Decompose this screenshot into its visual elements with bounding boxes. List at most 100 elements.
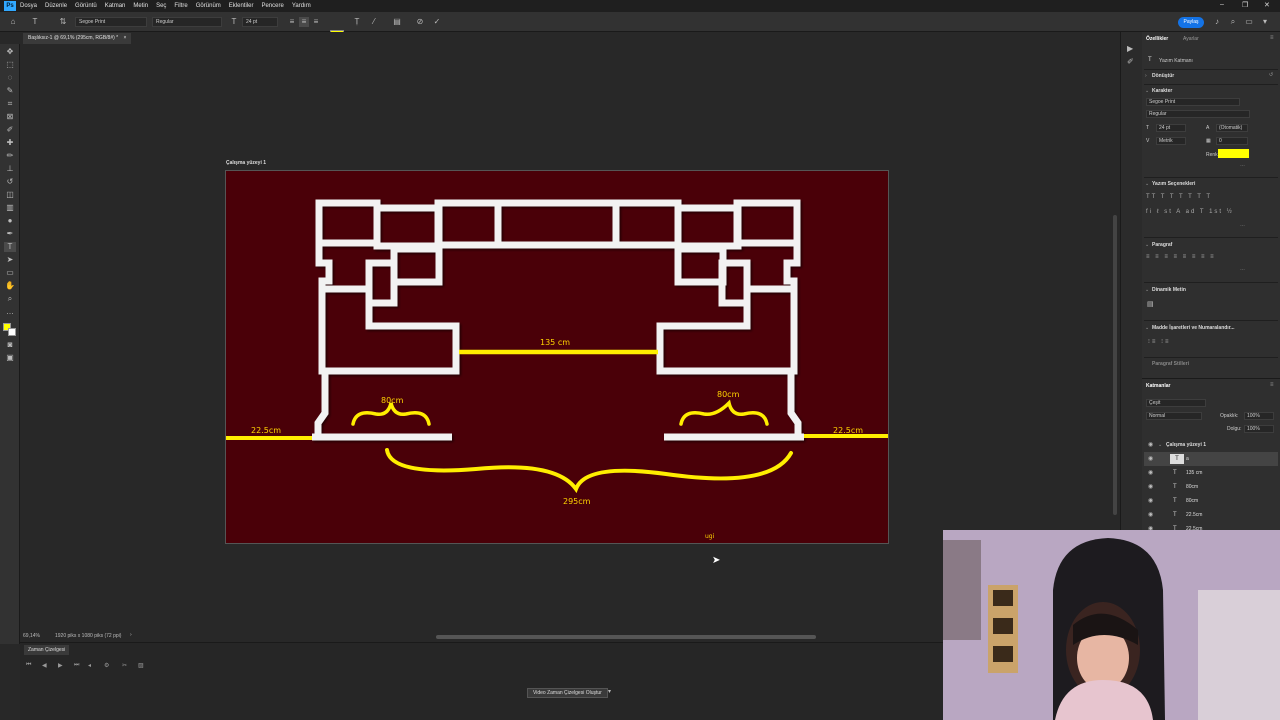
eye-icon[interactable]: ◉ — [1148, 480, 1153, 494]
menu-view[interactable]: Görünüm — [196, 3, 221, 9]
char-tracking[interactable]: 0 — [1216, 137, 1248, 145]
char-font-style[interactable]: Regular — [1146, 110, 1250, 118]
label-left-22-5[interactable]: 22.5cm — [251, 426, 281, 435]
chevron-down-icon[interactable]: ⌄ — [1145, 287, 1149, 293]
artboard-label[interactable]: Çalışma yüzeyi 1 — [226, 160, 266, 166]
dodge-tool-icon[interactable]: ● — [4, 216, 16, 226]
menu-type[interactable]: Metin — [133, 3, 148, 9]
align-center-icon[interactable]: ≡ — [299, 17, 309, 27]
section-type-options[interactable]: Yazım Seçenekleri — [1152, 181, 1195, 187]
eye-icon[interactable]: ◉ — [1148, 438, 1153, 452]
path-select-icon[interactable]: ➤ — [4, 255, 16, 265]
create-video-timeline-button[interactable]: Video Zaman Çizelgesi Oluştur — [527, 688, 608, 698]
workspace-icon[interactable]: ▭ — [1244, 17, 1254, 27]
next-frame-icon[interactable]: ⏭ — [74, 662, 79, 669]
panel-menu-icon[interactable]: ≡ — [1270, 382, 1274, 388]
split-icon[interactable]: ✂ — [122, 662, 127, 669]
chevron-down-icon[interactable]: ⌄ — [1145, 88, 1149, 94]
vertical-scrollbar[interactable] — [1113, 215, 1117, 515]
char-color-swatch[interactable] — [1218, 149, 1249, 158]
timeline-dropdown-icon[interactable]: ▾ — [608, 688, 611, 695]
char-size[interactable]: 24 pt — [1156, 124, 1186, 132]
chevron-down-icon[interactable]: ⌄ — [1145, 181, 1149, 187]
align-left-icon[interactable]: ≡ — [287, 17, 297, 27]
chevron-down-icon[interactable]: ⌄ — [1145, 242, 1149, 248]
label-right-22-5[interactable]: 22.5cm — [833, 426, 863, 435]
eraser-tool-icon[interactable]: ◫ — [4, 190, 16, 200]
crop-tool-icon[interactable]: ⌗ — [4, 99, 16, 109]
settings-gear-icon[interactable]: ⚙ — [104, 662, 109, 669]
options-menu-icon[interactable]: ▾ — [1260, 17, 1270, 27]
background-color-swatch[interactable] — [8, 328, 16, 336]
layer-artboard[interactable]: ◉ ⌄ Çalışma yüzeyi 1 — [1144, 438, 1278, 452]
label-right-80[interactable]: 80cm — [717, 390, 740, 399]
blend-mode-select[interactable]: Normal — [1146, 412, 1202, 420]
character-panel-icon[interactable]: ▤ — [392, 17, 402, 27]
section-dynamic-text[interactable]: Dinamik Metin — [1152, 287, 1186, 293]
char-leading[interactable]: (Otomatik) — [1216, 124, 1248, 132]
pen-tool-icon[interactable]: ✒ — [4, 229, 16, 239]
quick-select-tool-icon[interactable]: ✎ — [4, 86, 16, 96]
menu-file[interactable]: Dosya — [20, 3, 37, 9]
menu-filter[interactable]: Filtre — [174, 3, 187, 9]
menu-plugins[interactable]: Eklentiler — [229, 3, 254, 9]
timeline-tab[interactable]: Zaman Çizelgesi — [24, 645, 70, 655]
brush-tool-icon[interactable]: ✏ — [4, 151, 16, 161]
rectangle-tool-icon[interactable]: ▭ — [4, 268, 16, 278]
lasso-tool-icon[interactable]: ◌ — [4, 73, 16, 83]
section-bullets[interactable]: Madde İşaretleri ve Numaralandır... — [1152, 325, 1235, 331]
char-kerning[interactable]: Metrik — [1156, 137, 1186, 145]
minimize-icon[interactable]: – — [1220, 1, 1224, 8]
menu-image[interactable]: Görüntü — [75, 3, 97, 9]
label-left-80[interactable]: 80cm — [381, 396, 404, 405]
label-135[interactable]: 135 cm — [540, 338, 570, 347]
layer-filter-search[interactable]: Çeşit — [1146, 399, 1206, 407]
char-font-family[interactable]: Segoe Print — [1146, 98, 1240, 106]
share-button[interactable]: Paylaş — [1178, 17, 1204, 28]
more-options-icon[interactable]: … — [1240, 162, 1245, 168]
document-canvas[interactable]: 135 cm 80cm 80cm 22.5cm 22.5cm 295cm ugi — [225, 170, 889, 544]
fill-field[interactable]: 100% — [1244, 425, 1274, 433]
healing-tool-icon[interactable]: ✚ — [4, 138, 16, 148]
menu-window[interactable]: Pencere — [261, 3, 283, 9]
warp-icon[interactable]: ⁄ — [369, 17, 379, 27]
prev-frame-icon[interactable]: ◀ — [42, 662, 47, 669]
layer-row[interactable]: ◉ T 80cm — [1144, 480, 1278, 494]
brush-settings-icon[interactable]: ✐ — [1127, 57, 1134, 66]
first-frame-icon[interactable]: ⏮ — [26, 662, 31, 669]
hand-tool-icon[interactable]: ✋ — [4, 281, 16, 291]
reset-icon[interactable]: ↺ — [1269, 72, 1273, 78]
warp-text-icon[interactable]: Ṭ — [352, 17, 362, 27]
zoom-tool-icon[interactable]: ⌕ — [4, 294, 16, 304]
eyedropper-tool-icon[interactable]: ✐ — [4, 125, 16, 135]
status-arrow-icon[interactable]: › — [130, 632, 132, 638]
play-actions-icon[interactable]: ▶ — [1127, 44, 1133, 53]
layer-row[interactable]: ◉ T 22.5cm — [1144, 508, 1278, 522]
layer-row[interactable]: ◉ T 135 cm — [1144, 466, 1278, 480]
more-options-icon[interactable]: … — [1240, 222, 1245, 228]
screen-mode-icon[interactable]: ▣ — [4, 353, 16, 363]
type-style-buttons-icon[interactable]: TT T T T T T T — [1146, 194, 1212, 200]
eye-icon[interactable]: ◉ — [1148, 494, 1153, 508]
menu-edit[interactable]: Düzenle — [45, 3, 67, 9]
opentype-buttons-icon[interactable]: fi ℓ st A ad T 1st ½ — [1146, 209, 1234, 215]
menu-layer[interactable]: Katman — [105, 3, 126, 9]
transition-icon[interactable]: ▨ — [138, 662, 144, 669]
bell-icon[interactable]: ♪ — [1212, 17, 1222, 27]
opacity-field[interactable]: 100% — [1244, 412, 1274, 420]
paragraph-align-icon[interactable]: ≡ ≡ ≡ ≡ ≡ ≡ ≡ ≡ — [1146, 254, 1216, 260]
layers-tab[interactable]: Katmanlar — [1146, 383, 1170, 389]
eye-icon[interactable]: ◉ — [1148, 508, 1153, 522]
dynamic-text-icon[interactable]: ▤ — [1147, 300, 1154, 308]
maximize-icon[interactable]: ❐ — [1242, 1, 1248, 9]
type-tool-icon[interactable]: T — [4, 242, 16, 252]
move-tool-icon[interactable]: ✥ — [4, 47, 16, 57]
typing-text[interactable]: ugi — [705, 533, 715, 540]
chevron-right-icon[interactable]: › — [1145, 73, 1147, 79]
audio-icon[interactable]: ◂ — [88, 662, 91, 669]
bullet-list-icon[interactable]: ⁝≡ ⁝≡ — [1148, 338, 1170, 345]
section-character[interactable]: Karakter — [1152, 88, 1172, 94]
history-brush-icon[interactable]: ↺ — [4, 177, 16, 187]
layer-row[interactable]: ◉ T 80cm — [1144, 494, 1278, 508]
orientation-icon[interactable]: ⇅ — [58, 17, 68, 27]
